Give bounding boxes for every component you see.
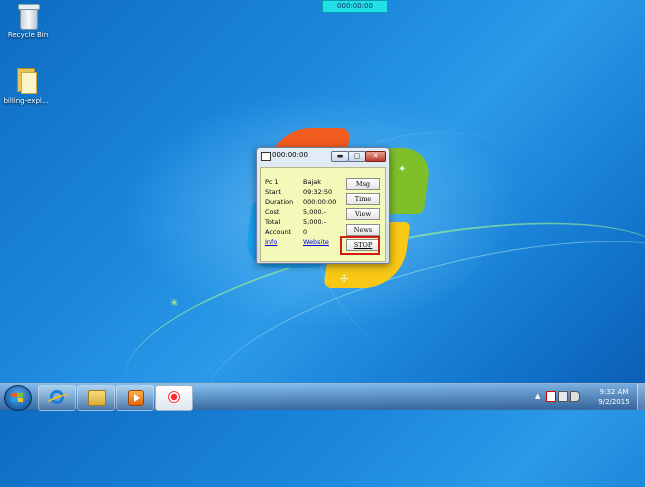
folder-icon <box>15 68 37 94</box>
minimize-icon: ▬ <box>336 152 344 160</box>
value-account: 0 <box>303 228 308 236</box>
msg-button[interactable]: Msg <box>346 178 380 190</box>
stop-button-highlight <box>340 236 380 255</box>
website-link[interactable]: Website <box>303 238 329 247</box>
app-icon <box>261 152 271 161</box>
minimize-button[interactable]: ▬ <box>331 151 349 162</box>
close-button[interactable]: ✕ <box>365 151 386 162</box>
taskbar-windows-explorer[interactable] <box>77 385 115 411</box>
media-player-icon <box>128 390 144 406</box>
window-titlebar[interactable]: 000:00:00 ▬ ▢ ✕ <box>257 148 389 164</box>
desktop-icon-billing-explorer[interactable]: billing-expl... <box>0 68 54 105</box>
start-button[interactable] <box>4 385 32 411</box>
window-title: 000:00:00 <box>272 151 308 159</box>
windows-flag-icon <box>12 393 24 403</box>
sparkle-icon: ✢ <box>340 274 349 285</box>
info-link[interactable]: Info <box>265 238 277 247</box>
value-start: 09:32:50 <box>303 188 333 196</box>
network-icon[interactable] <box>558 391 568 402</box>
desktop-icon-label: Recycle Bin <box>7 31 49 39</box>
top-timer-bar: 000:00:00 <box>322 0 388 13</box>
internet-explorer-icon <box>50 390 64 404</box>
clock-time: 9:32 AM <box>599 388 629 396</box>
value-total: 5,000.- <box>303 218 327 226</box>
system-clock[interactable]: 9:32 AM 9/2/2015 <box>594 387 634 407</box>
volume-icon[interactable] <box>570 391 580 402</box>
clock-date: 9/2/2015 <box>598 398 630 406</box>
recycle-bin-icon <box>18 4 40 30</box>
label-total: Total <box>265 218 281 226</box>
sparkle-icon: ✳ <box>170 298 179 309</box>
value-duration: 000:00:00 <box>303 198 337 206</box>
windows-explorer-icon <box>88 390 106 406</box>
maximize-button[interactable]: ▢ <box>348 151 366 162</box>
desktop-icon-label: billing-expl... <box>3 97 49 105</box>
label-duration: Duration <box>265 198 294 206</box>
label-start: Start <box>265 188 281 196</box>
taskbar-record-app[interactable] <box>155 385 193 411</box>
taskbar: ▲ 9:32 AM 9/2/2015 <box>0 383 645 411</box>
news-button[interactable]: News <box>346 224 380 236</box>
tray-show-hidden-icons[interactable]: ▲ <box>535 392 540 400</box>
show-desktop-button[interactable] <box>637 384 645 410</box>
time-button[interactable]: Time <box>346 193 380 205</box>
value-cost: 5,000.- <box>303 208 327 216</box>
close-icon: ✕ <box>372 152 379 160</box>
label-cost: Cost <box>265 208 280 216</box>
value-pc: Bajak <box>303 178 321 186</box>
record-app-icon <box>168 391 180 403</box>
taskbar-media-player[interactable] <box>116 385 154 411</box>
label-pc: Pc 1 <box>265 178 279 186</box>
taskbar-internet-explorer[interactable] <box>38 385 76 411</box>
maximize-icon: ▢ <box>353 152 361 160</box>
view-button[interactable]: View <box>346 208 380 220</box>
action-center-flag-icon[interactable] <box>546 391 556 402</box>
sparkle-icon: ✦ <box>398 164 407 175</box>
desktop-icon-recycle-bin[interactable]: Recycle Bin <box>0 4 56 39</box>
label-account: Account <box>265 228 292 236</box>
